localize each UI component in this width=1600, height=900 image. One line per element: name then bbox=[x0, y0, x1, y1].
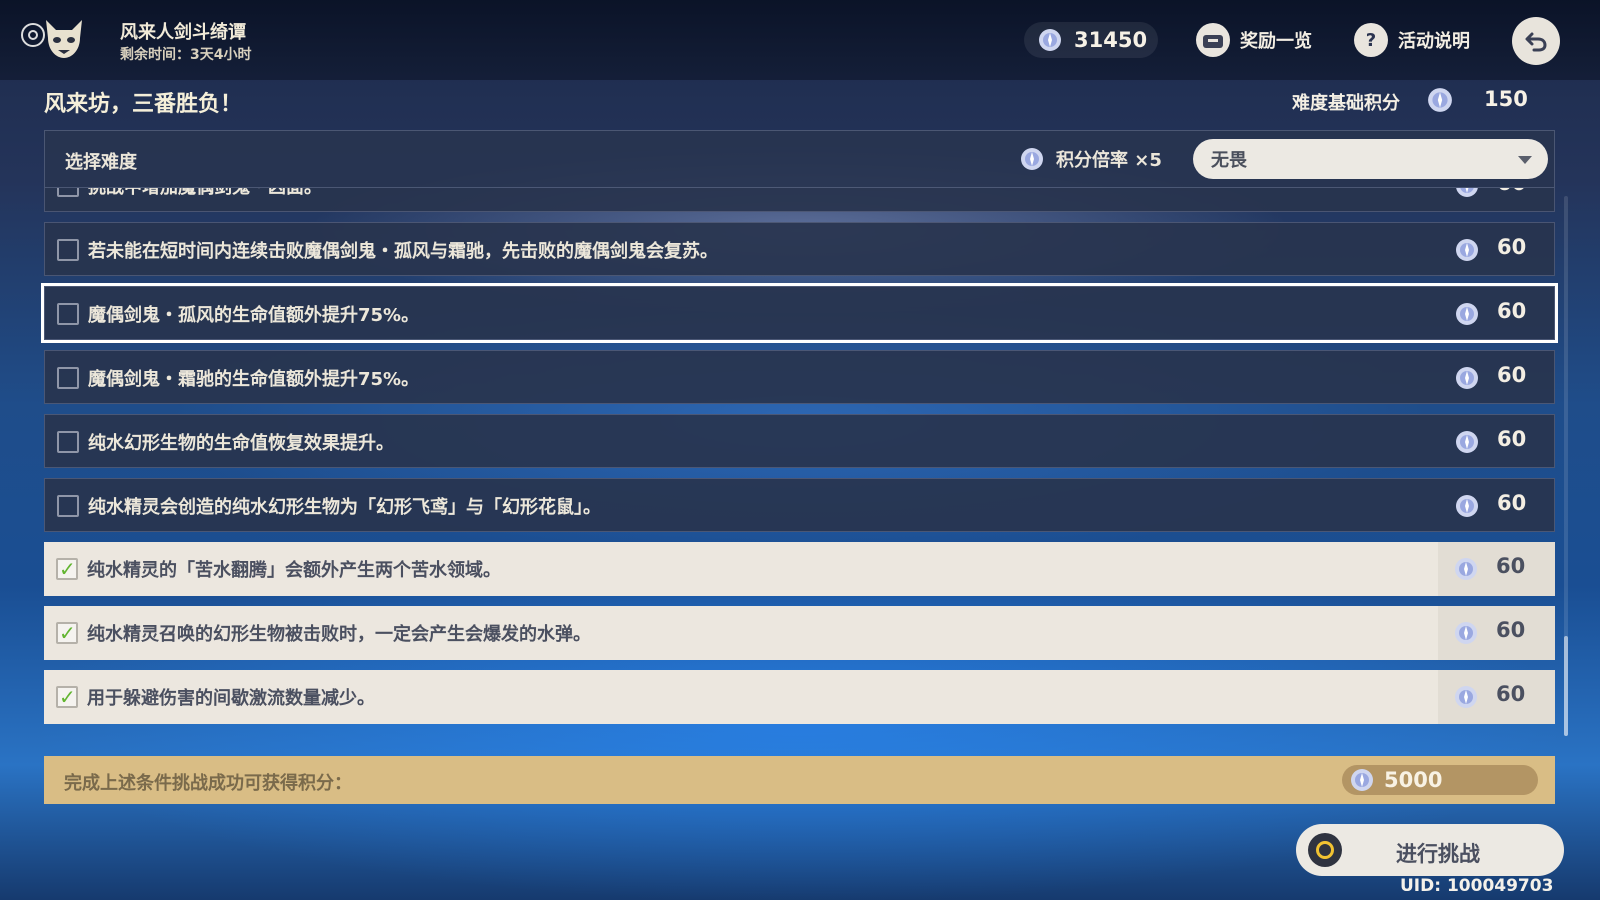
event-remaining-time: 剩余时间：3天4小时 bbox=[120, 47, 252, 63]
start-challenge-label: 进行挑战 bbox=[1396, 842, 1480, 866]
confirm-ring-icon bbox=[1308, 833, 1342, 867]
primogem-score-icon bbox=[1021, 148, 1043, 170]
condition-score: 60 bbox=[1496, 618, 1526, 642]
uid-label: UID: 100049703 bbox=[1400, 876, 1554, 896]
event-title: 风来人剑斗绮谭 bbox=[120, 22, 246, 43]
condition-score: 60 bbox=[1497, 491, 1527, 515]
event-info-button[interactable]: ? 活动说明 bbox=[1354, 22, 1470, 58]
primogem-score-icon bbox=[1456, 367, 1478, 389]
condition-row[interactable]: 纯水精灵会创造的纯水幻形生物为「幻形飞鸢」与「幻形花鼠」。 60 bbox=[44, 478, 1555, 532]
start-challenge-button[interactable]: 进行挑战 bbox=[1296, 824, 1564, 876]
multiplier-label: 积分倍率 ×5 bbox=[1056, 150, 1162, 171]
score-multiplier: 积分倍率 ×5 bbox=[1020, 146, 1162, 172]
condition-checkbox[interactable] bbox=[57, 367, 79, 389]
condition-row[interactable]: 挑战中增加魔偶剑鬼・凶面。 60 bbox=[44, 188, 1555, 212]
condition-score-zone: 60 bbox=[1439, 351, 1556, 403]
condition-row[interactable]: 魔偶剑鬼・孤风的生命值额外提升75%。 60 bbox=[41, 283, 1558, 343]
difficulty-dropdown[interactable]: 无畏 bbox=[1193, 139, 1548, 179]
condition-text: 纯水精灵会创造的纯水幻形生物为「幻形飞鸢」与「幻形花鼠」。 bbox=[88, 497, 601, 518]
difficulty-bar: 选择难度 积分倍率 ×5 无畏 bbox=[44, 130, 1555, 188]
condition-text: 魔偶剑鬼・霜驰的生命值额外提升75%。 bbox=[88, 369, 420, 390]
condition-row[interactable]: 魔偶剑鬼・霜驰的生命值额外提升75%。 60 bbox=[44, 350, 1555, 404]
conditions-scrollbar[interactable] bbox=[1564, 196, 1568, 736]
primogem-score-icon bbox=[1456, 495, 1478, 517]
checkmark-icon: ✓ bbox=[59, 557, 76, 581]
question-mark-icon: ? bbox=[1354, 23, 1388, 57]
condition-row[interactable]: ✓ 纯水精灵召唤的幻形生物被击败时，一定会产生会爆发的水弹。 60 bbox=[44, 606, 1555, 660]
condition-score-zone: 60 bbox=[1439, 287, 1556, 339]
condition-score-zone: 60 bbox=[1439, 479, 1556, 531]
primogem-score-icon bbox=[1456, 303, 1478, 325]
checkmark-icon: ✓ bbox=[59, 621, 76, 645]
base-score-label: 难度基础积分 bbox=[1292, 93, 1400, 114]
condition-score-zone: 60 bbox=[1439, 223, 1556, 275]
scrollbar-thumb[interactable] bbox=[1564, 636, 1568, 736]
condition-row[interactable]: 纯水幻形生物的生命值恢复效果提升。 60 bbox=[44, 414, 1555, 468]
back-button[interactable] bbox=[1512, 17, 1560, 65]
condition-score: 60 bbox=[1497, 188, 1526, 195]
primogem-score-icon bbox=[1456, 431, 1478, 453]
conditions-list[interactable]: 挑战中增加魔偶剑鬼・凶面。60若未能在短时间内连续击败魔偶剑鬼・孤风与霜驰，先击… bbox=[40, 188, 1560, 736]
primogem-score-icon bbox=[1351, 769, 1373, 791]
rewards-overview-label: 奖励一览 bbox=[1240, 31, 1312, 52]
stage-title: 风来坊，三番胜负！ bbox=[44, 92, 243, 117]
condition-text: 纯水精灵的「苦水翻腾」会额外产生两个苦水领域。 bbox=[87, 560, 501, 581]
condition-score: 60 bbox=[1496, 554, 1526, 578]
base-score-value: 150 bbox=[1484, 87, 1528, 111]
condition-text: 挑战中增加魔偶剑鬼・凶面。 bbox=[88, 188, 322, 199]
score-currency: 31450 bbox=[1024, 22, 1158, 58]
condition-checkbox[interactable] bbox=[57, 303, 79, 325]
reward-bar: 完成上述条件挑战成功可获得积分： 5000 bbox=[44, 756, 1555, 804]
primogem-score-icon bbox=[1455, 622, 1477, 644]
checkmark-icon: ✓ bbox=[59, 685, 76, 709]
condition-text: 纯水幻形生物的生命值恢复效果提升。 bbox=[88, 433, 394, 454]
difficulty-selected: 无畏 bbox=[1211, 150, 1247, 171]
condition-checkbox[interactable] bbox=[57, 431, 79, 453]
condition-score: 60 bbox=[1497, 235, 1527, 259]
condition-score: 60 bbox=[1496, 682, 1526, 706]
primogem-score-icon bbox=[1039, 29, 1061, 51]
primogem-score-icon bbox=[1455, 686, 1477, 708]
condition-score: 60 bbox=[1497, 299, 1527, 323]
condition-score-zone: 60 bbox=[1438, 670, 1555, 724]
difficulty-label: 选择难度 bbox=[65, 152, 137, 173]
condition-checkbox[interactable]: ✓ bbox=[56, 557, 78, 581]
condition-checkbox[interactable]: ✓ bbox=[56, 621, 78, 645]
primogem-score-icon bbox=[1456, 239, 1478, 261]
condition-checkbox[interactable] bbox=[57, 239, 79, 261]
condition-score: 60 bbox=[1497, 363, 1527, 387]
condition-row[interactable]: ✓ 用于躲避伤害的间歇激流数量减少。 60 bbox=[44, 670, 1555, 724]
event-info-label: 活动说明 bbox=[1398, 31, 1470, 52]
top-bar: 风来人剑斗绮谭 剩余时间：3天4小时 31450 奖励一览 ? 活动说明 bbox=[0, 0, 1600, 80]
reward-amount: 5000 bbox=[1384, 768, 1443, 792]
condition-text: 魔偶剑鬼・孤风的生命值额外提升75%。 bbox=[88, 305, 420, 326]
condition-score-zone: 60 bbox=[1438, 606, 1555, 660]
condition-text: 用于躲避伤害的间歇激流数量减少。 bbox=[87, 688, 375, 709]
condition-score-zone: 60 bbox=[1438, 542, 1555, 596]
primogem-score-icon bbox=[1456, 188, 1478, 197]
condition-score-zone: 60 bbox=[1439, 188, 1556, 211]
condition-checkbox[interactable] bbox=[57, 495, 79, 517]
chevron-down-icon bbox=[1518, 156, 1532, 164]
gift-box-icon bbox=[1196, 23, 1230, 57]
condition-score-zone: 60 bbox=[1439, 415, 1556, 467]
primogem-score-icon bbox=[1428, 88, 1452, 112]
reward-label: 完成上述条件挑战成功可获得积分： bbox=[64, 773, 352, 794]
rewards-overview-button[interactable]: 奖励一览 bbox=[1196, 22, 1312, 58]
condition-checkbox[interactable]: ✓ bbox=[56, 685, 78, 709]
back-arrow-icon bbox=[1525, 32, 1547, 52]
condition-checkbox[interactable] bbox=[57, 188, 79, 197]
score-amount: 31450 bbox=[1074, 28, 1148, 52]
condition-row[interactable]: 若未能在短时间内连续击败魔偶剑鬼・孤风与霜驰，先击败的魔偶剑鬼会复苏。 60 bbox=[44, 222, 1555, 276]
condition-row[interactable]: ✓ 纯水精灵的「苦水翻腾」会额外产生两个苦水领域。 60 bbox=[44, 542, 1555, 596]
condition-text: 若未能在短时间内连续击败魔偶剑鬼・孤风与霜驰，先击败的魔偶剑鬼会复苏。 bbox=[88, 241, 718, 262]
condition-text: 纯水精灵召唤的幻形生物被击败时，一定会产生会爆发的水弹。 bbox=[87, 624, 591, 645]
reward-amount-pill: 5000 bbox=[1342, 765, 1538, 795]
masked-ronin-icon bbox=[46, 20, 82, 58]
primogem-score-icon bbox=[1455, 558, 1477, 580]
condition-score: 60 bbox=[1497, 427, 1527, 451]
